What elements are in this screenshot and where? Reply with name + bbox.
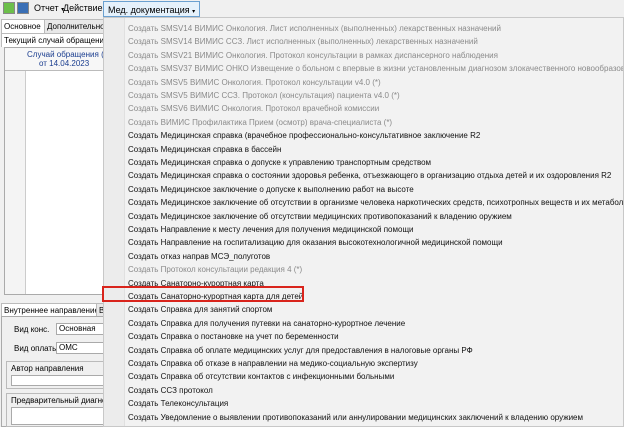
menu-item[interactable]: Создать Медицинская справка в бассейн bbox=[128, 143, 281, 156]
menu-item: Создать SMSV6 ВИМИС Онкология. Протокол … bbox=[128, 104, 380, 114]
preliminary-diagnosis-field[interactable] bbox=[11, 407, 109, 425]
menu-item[interactable]: Создать ССЗ протокол bbox=[128, 384, 213, 397]
menu-item[interactable]: Создать Справка о постановке на учет по … bbox=[128, 330, 339, 343]
action-menu-button[interactable]: Действие ▾ bbox=[63, 3, 108, 13]
case-header-date: от 14.04.2023 bbox=[39, 59, 90, 68]
row-header-column bbox=[5, 71, 26, 294]
menu-item: Создать SMSV37 ВИМИС ОНКО Извещение о бо… bbox=[128, 64, 624, 74]
case-list-header[interactable]: Случай обращения (сне от 14.04.2023 bbox=[5, 48, 117, 71]
menu-item: Создать SMSV5 ВИМИС Онкология. Протокол … bbox=[128, 77, 381, 87]
menu-item[interactable]: Создать Медицинское заключение об отсутс… bbox=[128, 210, 512, 223]
menu-item: Создать Протокол консультации редакция 4… bbox=[128, 265, 303, 275]
menu-item[interactable]: Создать Справка для получения путевки на… bbox=[128, 317, 405, 330]
chevron-down-icon: ▾ bbox=[192, 9, 196, 15]
menu-item: Создать SMSV5 ВИМИС ССЗ. Протокол (консу… bbox=[128, 91, 400, 100]
menu-icon-gutter bbox=[104, 18, 125, 426]
menu-item: Создать SMSV14 ВИМИС ССЗ. Лист исполненн… bbox=[128, 37, 478, 47]
tab-main[interactable]: Основное bbox=[1, 19, 49, 33]
menu-item[interactable]: Создать Медицинская справка (врачебное п… bbox=[128, 129, 480, 142]
med-docs-menu-label: Мед. документация bbox=[108, 5, 190, 15]
referral-author-group: Автор направления bbox=[6, 361, 110, 389]
tab-current-case[interactable]: Текущий случай обращения bbox=[1, 33, 111, 47]
menu-item[interactable]: Создать Справка об отсутствии контактов … bbox=[128, 370, 394, 383]
left-panel: Основное Дополнительно Текущий случай об… bbox=[0, 18, 117, 427]
consult-type-select[interactable]: Основная bbox=[56, 323, 110, 335]
payment-type-select[interactable]: ОМС bbox=[56, 342, 110, 354]
preliminary-diagnosis-label: Предварительный диагно bbox=[11, 396, 107, 405]
menu-item[interactable]: Создать отказ направ МСЭ_полуготов bbox=[128, 250, 270, 263]
menu-item[interactable]: Создать Медицинское заключение об отсутс… bbox=[128, 196, 623, 209]
payment-type-label: Вид оплаты bbox=[14, 344, 58, 353]
menu-item[interactable]: Создать Справка об оплате медицинских ус… bbox=[128, 344, 473, 357]
new-document-icon[interactable] bbox=[3, 2, 15, 14]
consult-type-label: Вид конс. bbox=[14, 325, 50, 334]
action-menu-label: Действие bbox=[63, 3, 103, 13]
menu-item[interactable]: Создать Уведомление о выявлении противоп… bbox=[128, 411, 583, 424]
menu-item[interactable]: Создать Телеконсультация bbox=[128, 397, 228, 410]
save-icon[interactable] bbox=[17, 2, 29, 14]
menu-item[interactable]: Создать Направление на госпитализацию дл… bbox=[128, 236, 503, 249]
menu-item[interactable]: Создать Медицинская справка о состоянии … bbox=[128, 169, 611, 182]
menu-item: Создать ВИМИС Профилактика Прием (осмотр… bbox=[128, 117, 393, 127]
menu-item: Создать SMSV21 ВИМИС Онкология. Протокол… bbox=[128, 50, 498, 60]
referral-author-field[interactable] bbox=[11, 375, 109, 386]
menu-item[interactable]: Создать Направление к месту лечения для … bbox=[128, 223, 414, 236]
preliminary-diagnosis-group: Предварительный диагно bbox=[6, 393, 110, 427]
menu-item[interactable]: Создать Медицинская справка о допуске к … bbox=[128, 156, 431, 169]
selected-item-highlight bbox=[102, 286, 304, 302]
tab-additional[interactable]: Дополнительно bbox=[44, 19, 110, 33]
referral-panel: Вид конс. Основная Вид оплаты ОМС Автор … bbox=[1, 316, 110, 427]
menu-item[interactable]: Создать Справка для занятий спортом bbox=[128, 303, 272, 316]
report-menu-label: Отчет bbox=[34, 3, 59, 13]
tab-internal-referral[interactable]: Внутреннее направление bbox=[1, 303, 101, 317]
case-list-panel: Случай обращения (сне от 14.04.2023 bbox=[4, 47, 117, 295]
menu-item: Создать SMSV14 ВИМИС Онкология. Лист исп… bbox=[128, 24, 501, 33]
menu-item[interactable]: Создать Справка об отказе в направлении … bbox=[128, 357, 418, 370]
referral-author-label: Автор направления bbox=[11, 364, 84, 373]
report-menu-button[interactable]: Отчет ▾ bbox=[34, 3, 64, 13]
med-docs-menu-button[interactable]: Мед. документация ▾ bbox=[103, 1, 201, 17]
med-docs-dropdown-menu: Создать SMSV14 ВИМИС Онкология. Лист исп… bbox=[103, 17, 624, 427]
menu-item[interactable]: Создать Медицинское заключение о допуске… bbox=[128, 183, 414, 196]
